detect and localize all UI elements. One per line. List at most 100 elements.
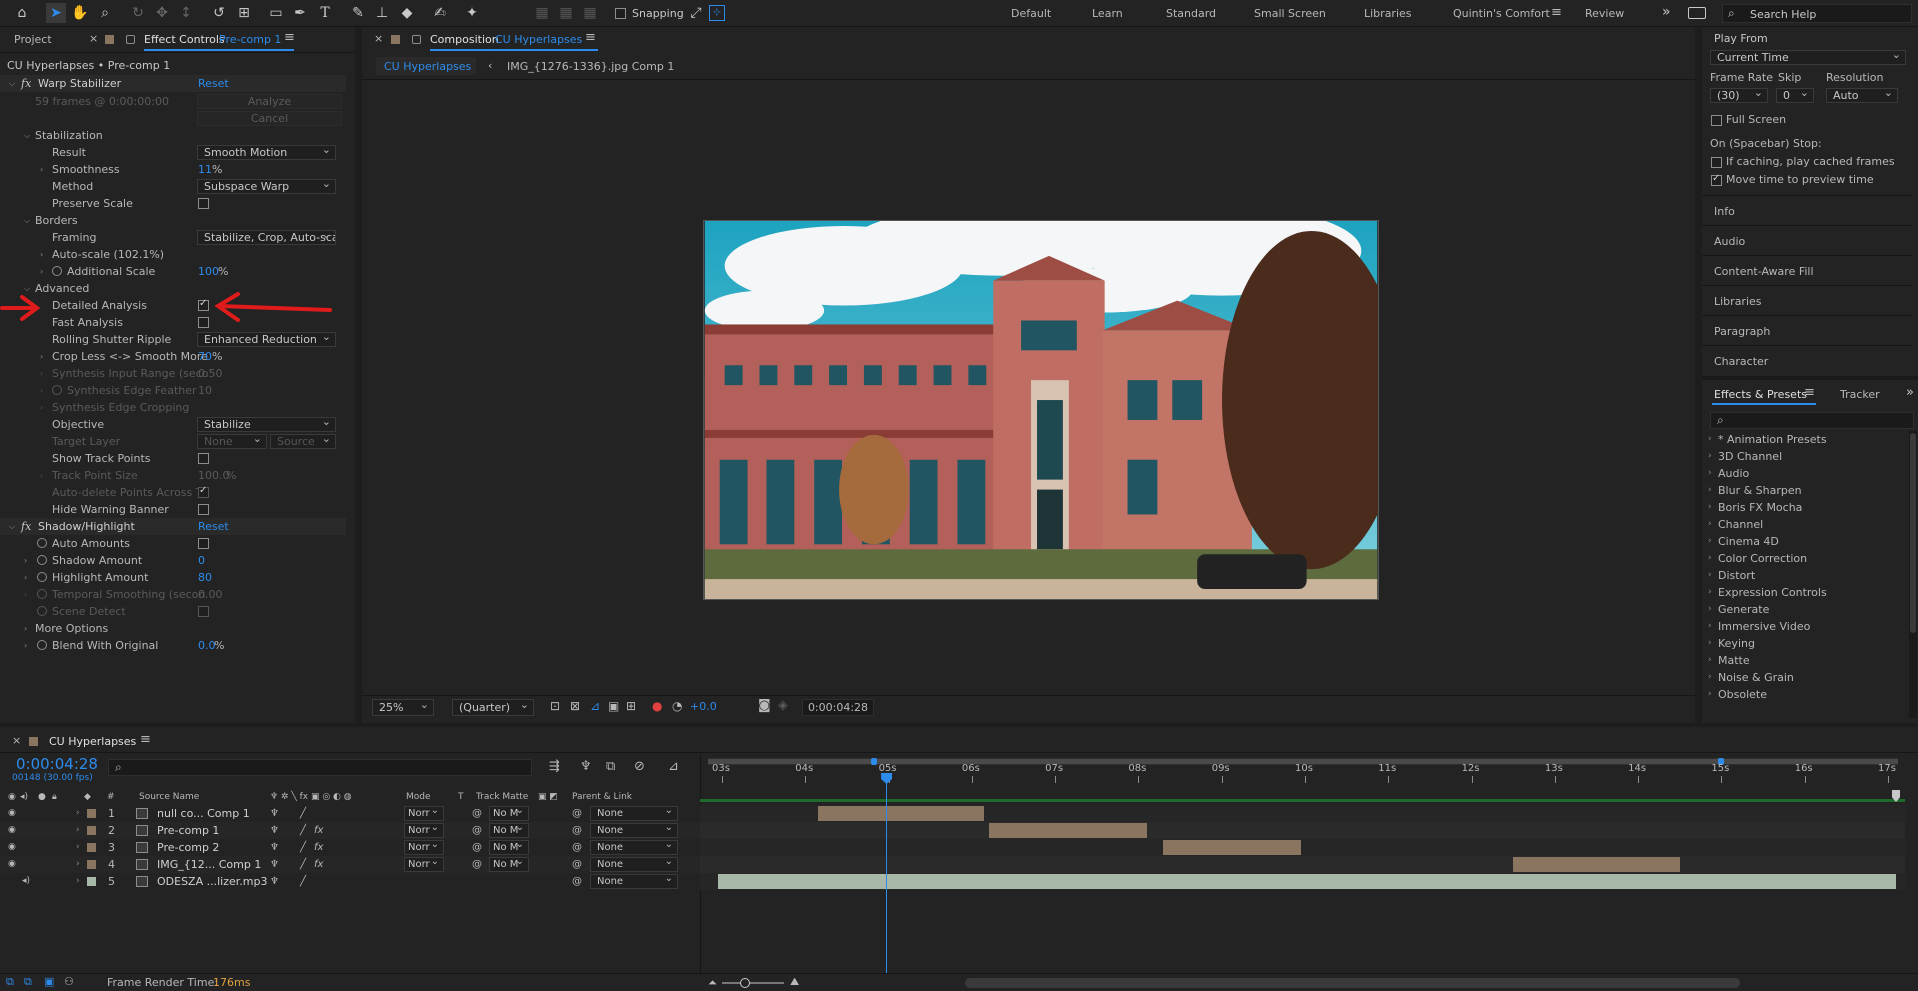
parent-dropdown[interactable]: None	[590, 857, 678, 872]
twirl-closed-icon[interactable]: ›	[76, 873, 80, 890]
layer-label-color[interactable]	[87, 809, 96, 818]
layer-row[interactable]: ◂) › 5 ODESZA ...lizer.mp3 ♆ ╱ @ None	[0, 873, 700, 890]
blend-value[interactable]: 0.0	[198, 637, 216, 654]
panel-menu-icon[interactable]: ≡	[585, 30, 596, 45]
tab-effects-presets[interactable]: Effects & Presets	[1714, 388, 1807, 401]
cancel-button[interactable]: Cancel	[197, 111, 342, 126]
twirl-closed-icon[interactable]: ›	[24, 637, 27, 654]
workspace-review[interactable]: Review	[1585, 7, 1624, 20]
search-help-box[interactable]: ⌕ Search Help	[1722, 4, 1912, 23]
effects-list-item[interactable]: › Expression Controls	[1702, 584, 1902, 601]
workspace-standard[interactable]: Standard	[1166, 7, 1216, 20]
highlight-amount-value[interactable]: 80	[198, 569, 212, 586]
resolution-dropdown[interactable]: (Quarter)	[452, 699, 534, 716]
twirl-closed-icon[interactable]: ›	[24, 620, 27, 637]
matte-link-icon[interactable]: @	[472, 839, 482, 856]
move-time-checkbox[interactable]	[1711, 173, 1722, 186]
if-caching-checkbox[interactable]	[1711, 157, 1722, 168]
effects-list-item[interactable]: › * Animation Presets	[1702, 431, 1902, 448]
mode-dropdown[interactable]: Norr	[404, 823, 444, 838]
selection-tool-icon[interactable]: ➤	[46, 3, 66, 23]
panel-audio[interactable]: Audio	[1714, 235, 1745, 248]
preserve-scale-checkbox[interactable]	[198, 198, 209, 209]
pick-whip-icon[interactable]: @	[572, 856, 582, 873]
resolution-dropdown[interactable]: Auto	[1826, 88, 1898, 103]
matte-link-icon[interactable]: @	[472, 822, 482, 839]
tab-project[interactable]: Project	[14, 33, 52, 46]
type-tool-icon[interactable]: T	[315, 3, 335, 23]
track-matte-dropdown[interactable]: No M	[489, 823, 529, 838]
twirl-closed-icon[interactable]: ›	[40, 263, 43, 280]
render-toggle-icon[interactable]: ⧉	[6, 975, 14, 989]
workspace-quintins-comfort[interactable]: Quintin's Comfort	[1453, 7, 1550, 20]
effects-scrollbar[interactable]	[1909, 431, 1917, 718]
lock-icon[interactable]	[126, 35, 135, 44]
quality-switch-icon[interactable]: ╱	[300, 839, 306, 856]
layer-row[interactable]: ◉ › 3 Pre-comp 2 ♆ ╱ fx Norr @ No M @ None	[0, 839, 700, 856]
layer-bar[interactable]	[717, 874, 1897, 889]
mode-dropdown[interactable]: Norr	[404, 857, 444, 872]
collapse-switch-icon[interactable]: ♆	[270, 839, 279, 856]
effects-list-item[interactable]: › Obsolete	[1702, 686, 1902, 703]
warp-stabilizer-header[interactable]: ⌵ fx Warp Stabilizer Reset	[0, 75, 346, 92]
twirl-closed-icon[interactable]: ›	[1708, 601, 1712, 618]
twirl-closed-icon[interactable]: ›	[1708, 652, 1712, 669]
matte-link-icon[interactable]: @	[472, 805, 482, 822]
stopwatch-icon[interactable]	[37, 555, 47, 565]
viewer-timecode[interactable]: 0:00:04:28	[802, 699, 874, 716]
layer-name[interactable]: Pre-comp 2	[157, 839, 219, 856]
tab-tracker[interactable]: Tracker	[1840, 388, 1880, 401]
zoom-out-icon[interactable]: ⏶	[708, 976, 717, 990]
mask-visibility-icon[interactable]: ⊿	[590, 699, 600, 713]
fx-icon[interactable]: fx	[21, 518, 31, 535]
effects-list-item[interactable]: › Color Correction	[1702, 550, 1902, 567]
playhead[interactable]	[881, 773, 893, 973]
track-matte-dropdown[interactable]: No M	[489, 840, 529, 855]
effects-list-item[interactable]: › Generate	[1702, 601, 1902, 618]
region-of-interest-icon[interactable]: ▣	[608, 699, 619, 713]
effects-list-item[interactable]: › Immersive Video	[1702, 618, 1902, 635]
effects-list-item[interactable]: › Keying	[1702, 635, 1902, 652]
twirl-open-icon[interactable]: ⌵	[24, 127, 30, 144]
stretch-toggle-icon[interactable]: ▣	[44, 975, 54, 988]
effects-search-input[interactable]: ⌕	[1710, 412, 1914, 429]
fx-switch-icon[interactable]: fx	[314, 822, 323, 839]
twirl-open-icon[interactable]: ⌵	[9, 75, 15, 92]
effects-list-item[interactable]: › Audio	[1702, 465, 1902, 482]
analyze-button[interactable]: Analyze	[197, 94, 342, 109]
play-from-dropdown[interactable]: Current Time	[1710, 50, 1906, 65]
home-icon[interactable]: ⌂	[12, 3, 32, 23]
zoom-dropdown[interactable]: 25%	[372, 699, 434, 716]
effects-list-item[interactable]: › Cinema 4D	[1702, 533, 1902, 550]
quality-switch-icon[interactable]: ╱	[300, 822, 306, 839]
borders-group[interactable]: ⌵ Borders	[0, 212, 340, 229]
layer-bar[interactable]	[817, 806, 985, 821]
crop-less-value[interactable]: 70	[198, 348, 212, 365]
shadow-reset-button[interactable]: Reset	[198, 518, 229, 535]
auto-amounts-checkbox[interactable]	[198, 538, 209, 549]
panel-libraries[interactable]: Libraries	[1714, 295, 1762, 308]
solo-icon[interactable]: ●	[38, 790, 46, 804]
pan-camera-icon[interactable]: ✥	[152, 3, 172, 23]
more-panels-icon[interactable]: »	[1906, 385, 1914, 400]
pick-whip-icon[interactable]: @	[572, 822, 582, 839]
layer-label-color[interactable]	[87, 843, 96, 852]
lock-column-icon[interactable]: 🔒︎	[52, 790, 57, 804]
stabilization-group[interactable]: ⌵ Stabilization	[0, 127, 340, 144]
effects-list-item[interactable]: › Blur & Sharpen	[1702, 482, 1902, 499]
effects-list-item[interactable]: › Channel	[1702, 516, 1902, 533]
comp-viewer-image[interactable]	[703, 220, 1379, 600]
twirl-open-icon[interactable]: ⌵	[9, 518, 15, 535]
twirl-closed-icon[interactable]: ›	[1708, 465, 1712, 482]
workspace-libraries[interactable]: Libraries	[1364, 7, 1412, 20]
lock-icon[interactable]	[412, 35, 421, 44]
twirl-closed-icon[interactable]: ›	[1708, 567, 1712, 584]
twirl-closed-icon[interactable]: ›	[40, 246, 43, 263]
stopwatch-icon[interactable]	[37, 640, 47, 650]
axis-view-icon[interactable]: ▦	[580, 3, 600, 23]
frame-rate-dropdown[interactable]: (30)	[1710, 88, 1768, 103]
fast-previews-icon[interactable]: ⊡	[550, 699, 560, 713]
stopwatch-icon[interactable]	[37, 538, 47, 548]
twirl-closed-icon[interactable]: ›	[40, 348, 43, 365]
layer-label-color[interactable]	[87, 877, 96, 886]
